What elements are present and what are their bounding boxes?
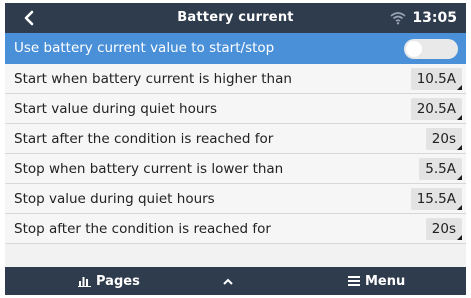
pages-label: Pages	[96, 273, 140, 289]
value-field[interactable]: 20s	[425, 218, 462, 240]
value-text: 10.5A	[416, 71, 456, 87]
menu-label: Menu	[365, 273, 406, 289]
start-stop-toggle[interactable]	[404, 39, 458, 59]
row-label: Start value during quiet hours	[14, 101, 218, 117]
wifi-icon	[390, 12, 406, 25]
top-bar: Battery current 13:05	[5, 3, 466, 33]
toggle-knob	[406, 41, 422, 57]
edit-corner-icon	[457, 235, 462, 240]
row-stop-quiet-hours[interactable]: Stop value during quiet hours 15.5A	[5, 184, 466, 214]
settings-list: Use battery current value to start/stop …	[5, 33, 466, 244]
row-start-delay[interactable]: Start after the condition is reached for…	[5, 124, 466, 154]
row-use-battery-current[interactable]: Use battery current value to start/stop	[5, 33, 466, 64]
edit-corner-icon	[457, 145, 462, 150]
row-stop-delay[interactable]: Stop after the condition is reached for …	[5, 214, 466, 244]
value-text: 20.5A	[416, 101, 456, 117]
value-field[interactable]: 20s	[425, 128, 462, 150]
clock-time: 13:05	[412, 10, 457, 26]
bottom-bar: Pages Menu	[5, 267, 466, 295]
value-field[interactable]: 10.5A	[410, 68, 462, 90]
value-field[interactable]: 5.5A	[419, 158, 462, 180]
menu-button[interactable]: Menu	[348, 267, 405, 295]
value-text: 20s	[431, 221, 456, 237]
pages-button[interactable]: Pages	[78, 267, 140, 295]
chevron-up-icon	[223, 278, 233, 285]
edit-corner-icon	[457, 175, 462, 180]
row-label: Stop when battery current is lower than	[14, 161, 284, 177]
scroll-up-button[interactable]	[218, 267, 238, 295]
row-stop-current-threshold[interactable]: Stop when battery current is lower than …	[5, 154, 466, 184]
app-window: Battery current 13:05 Use battery curren…	[5, 3, 466, 295]
value-text: 5.5A	[425, 161, 456, 177]
edit-corner-icon	[457, 205, 462, 210]
edit-corner-icon	[457, 85, 462, 90]
row-label: Stop after the condition is reached for	[14, 221, 271, 237]
status-area: 13:05	[390, 3, 457, 33]
value-text: 20s	[431, 131, 456, 147]
bar-chart-icon	[78, 277, 91, 287]
edit-corner-icon	[457, 115, 462, 120]
row-label: Use battery current value to start/stop	[14, 40, 275, 56]
value-text: 15.5A	[416, 191, 456, 207]
row-start-current-threshold[interactable]: Start when battery current is higher tha…	[5, 64, 466, 94]
row-label: Start after the condition is reached for	[14, 131, 274, 147]
value-field[interactable]: 15.5A	[410, 188, 462, 210]
row-label: Stop value during quiet hours	[14, 191, 215, 207]
value-field[interactable]: 20.5A	[410, 98, 462, 120]
row-label: Start when battery current is higher tha…	[14, 71, 292, 87]
hamburger-icon	[348, 276, 360, 286]
row-start-quiet-hours[interactable]: Start value during quiet hours 20.5A	[5, 94, 466, 124]
